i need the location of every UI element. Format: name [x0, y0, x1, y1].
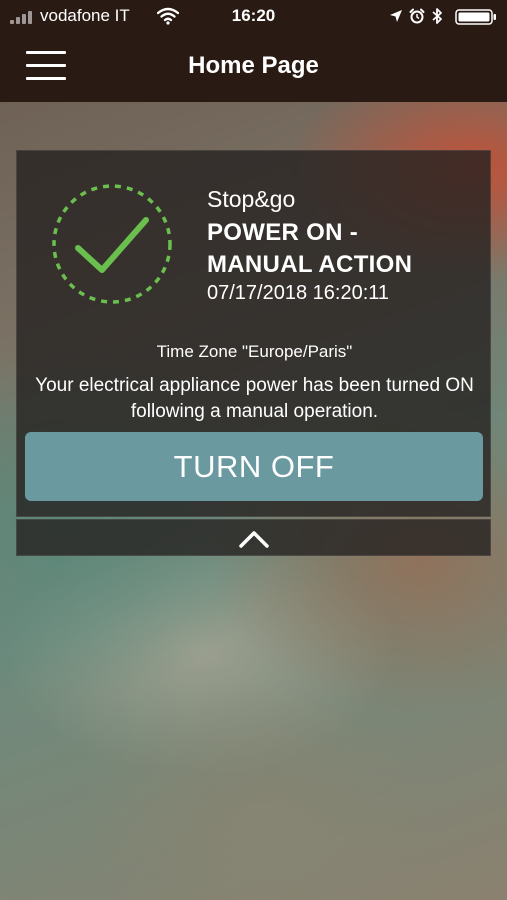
- checkmark-icon: [52, 184, 172, 304]
- chevron-up-icon[interactable]: [238, 530, 270, 548]
- app-header-bar: vodafone IT 16:20 Home Page: [0, 0, 507, 102]
- event-title-line: MANUAL ACTION: [207, 251, 413, 278]
- event-notification-card: Stop&go POWER ON - MANUAL ACTION 07/17/2…: [16, 150, 491, 517]
- alarm-clock-icon: [409, 8, 425, 24]
- battery-icon: [455, 9, 496, 25]
- event-description: Your electrical appliance power has been…: [35, 375, 474, 422]
- bluetooth-icon: [432, 8, 442, 24]
- location-arrow-icon: [390, 10, 402, 22]
- event-source: Stop&go: [207, 186, 296, 212]
- collapse-card-button[interactable]: [16, 519, 491, 556]
- timezone-label: Time Zone "Europe/Paris": [156, 342, 353, 361]
- status-bar: vodafone IT 16:20: [0, 0, 507, 34]
- event-title-line: POWER ON -: [207, 219, 358, 246]
- event-title: POWER ON - MANUAL ACTION: [207, 217, 487, 281]
- turn-off-button[interactable]: TURN OFF: [25, 432, 483, 501]
- event-timestamp: 07/17/2018 16:20:11: [207, 282, 390, 304]
- page-title: Home Page: [188, 52, 319, 79]
